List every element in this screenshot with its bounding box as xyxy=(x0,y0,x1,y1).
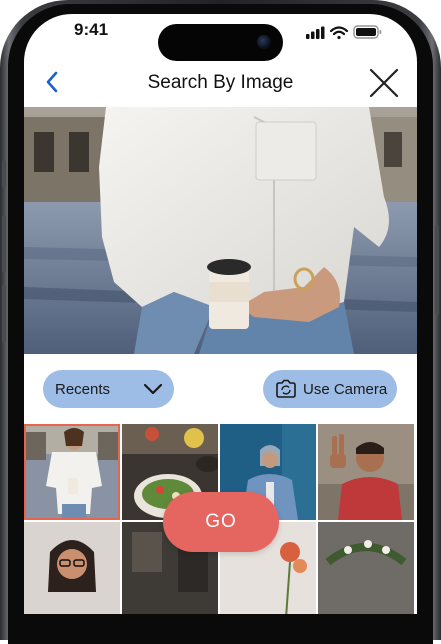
volume-down-button xyxy=(2,285,6,343)
thumbnail-woman-glasses xyxy=(24,522,120,614)
recents-label: Recents xyxy=(55,380,111,398)
signal-icon xyxy=(306,26,325,39)
grid-item-5[interactable] xyxy=(24,522,120,614)
grid-item-1[interactable] xyxy=(24,424,120,520)
thumbnail-woman-coffee xyxy=(24,424,120,520)
close-icon xyxy=(369,68,399,98)
thumbnail-peace-sign xyxy=(318,424,414,520)
wifi-icon xyxy=(329,26,349,40)
go-button[interactable]: GO xyxy=(163,492,279,552)
action-button xyxy=(2,160,6,188)
close-button[interactable] xyxy=(368,68,400,98)
front-camera-icon xyxy=(257,35,271,49)
thumbnail-wreath xyxy=(318,522,414,614)
use-camera-label: Use Camera xyxy=(303,380,388,398)
grid-item-8[interactable] xyxy=(318,522,414,614)
dynamic-island xyxy=(158,24,283,61)
status-time: 9:41 xyxy=(74,20,109,39)
selected-image-preview xyxy=(24,107,417,354)
preview-photo xyxy=(24,107,417,354)
source-controls: Recents Use Camera xyxy=(24,354,417,424)
chevron-down-icon xyxy=(143,383,163,395)
page-title: Search By Image xyxy=(147,72,294,93)
recents-dropdown[interactable]: Recents xyxy=(43,370,174,408)
use-camera-button[interactable]: Use Camera xyxy=(263,370,397,408)
status-icons xyxy=(306,22,386,49)
battery-icon xyxy=(353,25,382,39)
camera-rotate-icon xyxy=(276,379,296,398)
volume-up-button xyxy=(2,215,6,273)
grid-item-4[interactable] xyxy=(318,424,414,520)
app-screen: 9:41 Search By Image Recents Use Camera … xyxy=(24,14,417,614)
power-button xyxy=(435,225,439,315)
